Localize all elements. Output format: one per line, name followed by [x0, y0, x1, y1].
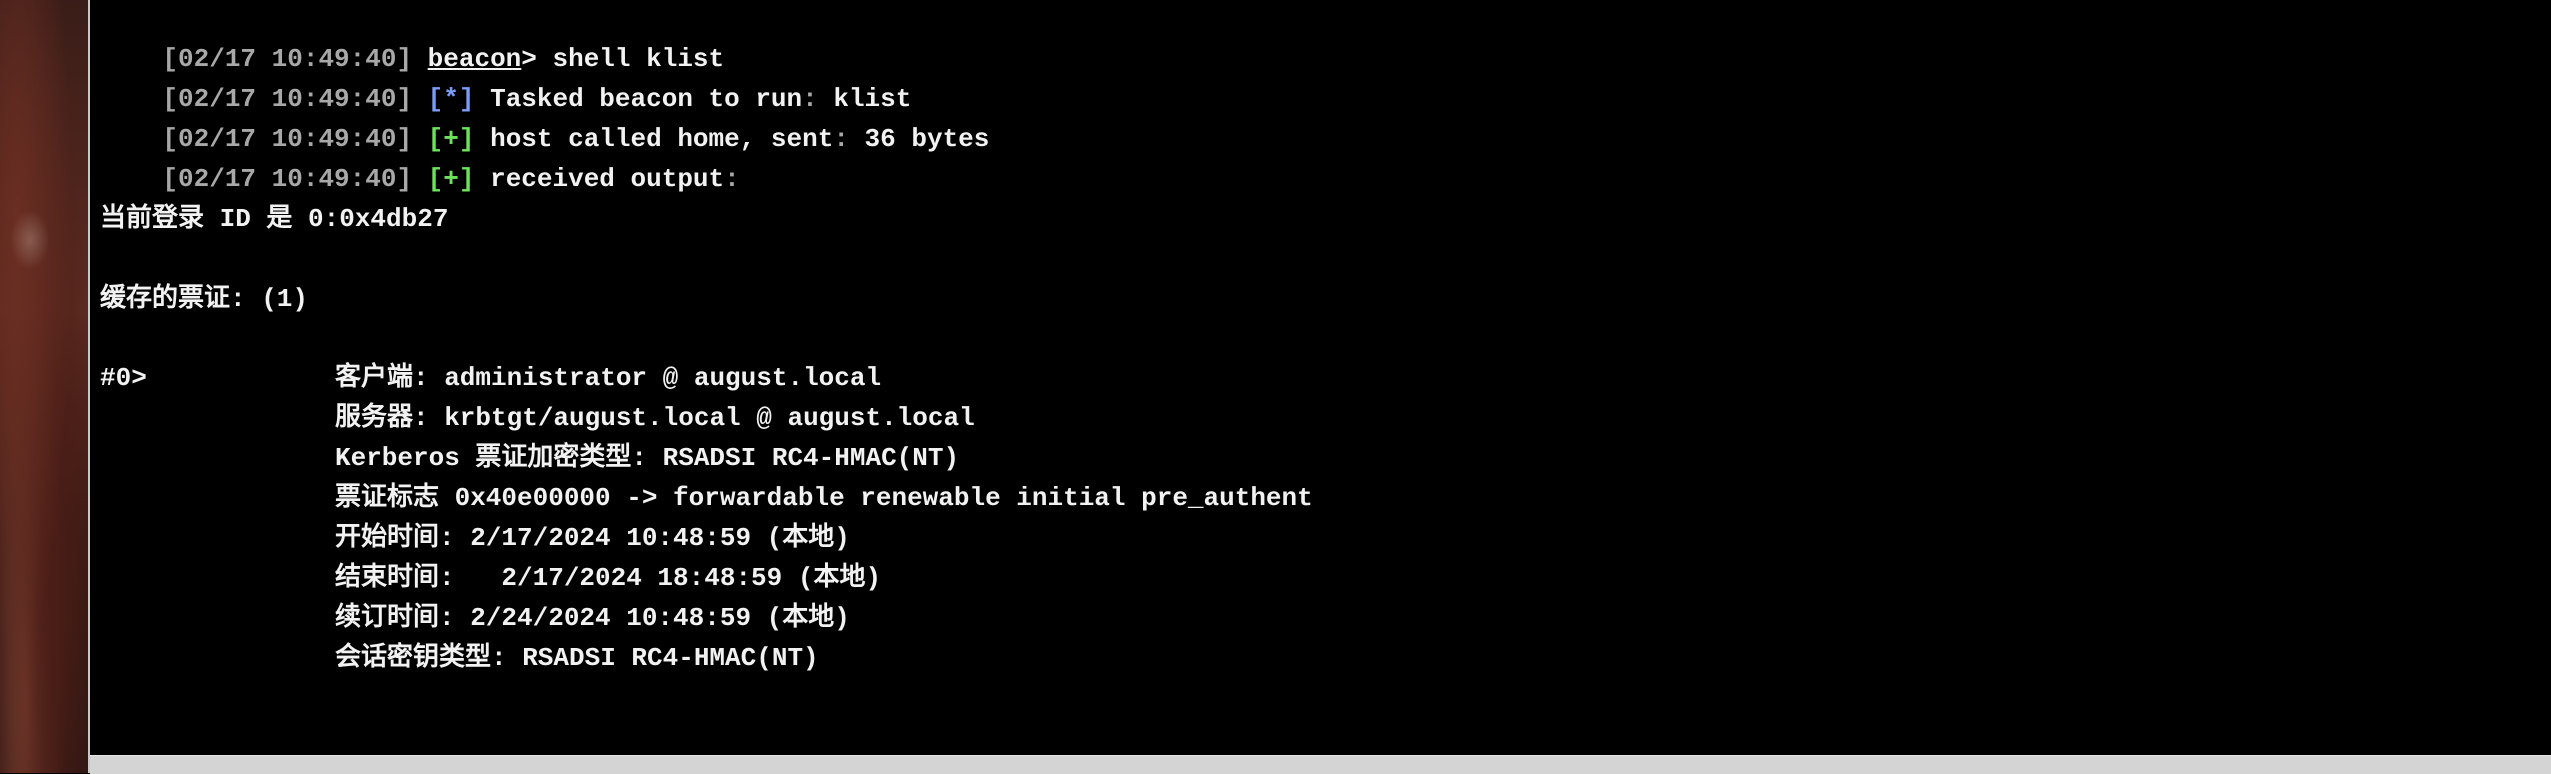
ticket-start-time: 开始时间: 2/17/2024 10:48:59 (本地): [335, 523, 850, 553]
cached-tickets-line: 缓存的票证: (1): [100, 284, 309, 314]
logon-id-line: 当前登录 ID 是 0:0x4db27: [100, 204, 449, 234]
message-text: received output: [474, 164, 725, 194]
console-line-command: [02/17 10:49:40] beacon> shell klist: [100, 0, 724, 74]
success-tag: [+]: [427, 164, 475, 194]
message-separator: :: [724, 164, 740, 194]
ticket-encryption-type: Kerberos 票证加密类型: RSADSI RC4-HMAC(NT): [335, 443, 960, 473]
ticket-flags: 票证标志 0x40e00000 -> forwardable renewable…: [335, 483, 1313, 513]
ticket-renew-time: 续订时间: 2/24/2024 10:48:59 (本地): [335, 603, 850, 633]
console-line-tasked: [02/17 10:49:40] [*] Tasked beacon to ru…: [100, 39, 911, 114]
message-value: 36 bytes: [848, 124, 990, 154]
console-line-checkin: [02/17 10:49:40] [+] host called home, s…: [100, 79, 989, 154]
ticket-index: #0>: [100, 363, 147, 393]
desktop-wallpaper-strip: [0, 0, 88, 773]
timestamp: [02/17 10:49:40]: [162, 164, 413, 194]
ticket-server: 服务器: krbtgt/august.local @ august.local: [335, 403, 975, 433]
ticket-client: 客户端: administrator @ august.local: [335, 363, 882, 393]
message-separator: :: [833, 124, 849, 154]
ticket-end-time: 结束时间: 2/17/2024 18:48:59 (本地): [335, 563, 882, 593]
ticket-session-key-type: 会话密钥类型: RSADSI RC4-HMAC(NT): [335, 643, 819, 673]
beacon-console[interactable]: [02/17 10:49:40] beacon> shell klist [02…: [90, 0, 2551, 755]
console-input-bar[interactable]: [90, 755, 2551, 774]
console-line-output: [02/17 10:49:40] [+] received output:: [100, 119, 739, 194]
